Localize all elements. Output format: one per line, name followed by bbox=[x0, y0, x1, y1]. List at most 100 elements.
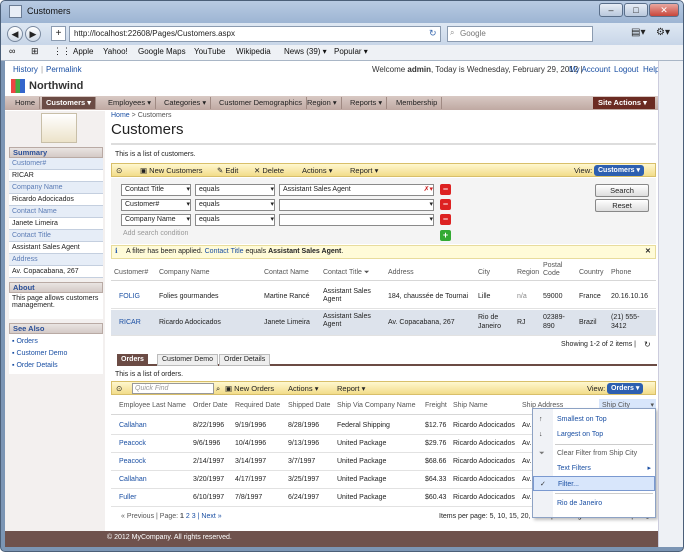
refresh-icon[interactable]: ↻ bbox=[644, 340, 651, 349]
table-row-selected[interactable]: RICAR Ricardo Adocicados Janete Limeira … bbox=[111, 310, 656, 336]
minimize-button[interactable]: – bbox=[599, 3, 623, 17]
site-actions-button[interactable]: Site Actions ▾ bbox=[593, 97, 655, 109]
bookmark-youtube[interactable]: YouTube bbox=[194, 47, 225, 56]
col-shipped-date[interactable]: Shipped Date bbox=[288, 399, 330, 413]
cell[interactable]: RICAR bbox=[119, 319, 141, 326]
breadcrumb-home[interactable]: Home bbox=[111, 112, 130, 119]
bookmark-google-maps[interactable]: Google Maps bbox=[138, 47, 186, 56]
quick-find-input[interactable]: Quick Find bbox=[132, 383, 214, 394]
permalink-link[interactable]: Permalink bbox=[46, 65, 82, 74]
logout-link[interactable]: Logout bbox=[614, 65, 638, 74]
filter-value-3[interactable]: ▾ bbox=[279, 214, 434, 226]
menu-text-filters[interactable]: Text Filters ▸ bbox=[533, 461, 655, 476]
address-bar[interactable]: http://localhost:22608/Pages/Customers.a… bbox=[69, 26, 441, 42]
menu-employees[interactable]: Employees ▾ bbox=[104, 97, 156, 109]
col-company[interactable]: Company Name bbox=[159, 266, 210, 280]
menu-home[interactable]: Home bbox=[11, 97, 41, 109]
menu-customer-demographics[interactable]: Customer Demographics bbox=[215, 97, 307, 109]
search-input[interactable]: Google bbox=[447, 26, 593, 42]
bookmark-yahoo[interactable]: Yahoo! bbox=[103, 47, 128, 56]
scrollbar[interactable] bbox=[658, 61, 683, 547]
forward-icon[interactable]: ▶ bbox=[25, 26, 41, 42]
menu-smallest-on-top[interactable]: ↑ Smallest on Top bbox=[533, 412, 655, 427]
col-freight[interactable]: Freight bbox=[425, 399, 447, 413]
see-also-customer-demo[interactable]: ▪ Customer Demo bbox=[12, 348, 100, 360]
tab-order-details[interactable]: Order Details bbox=[219, 354, 271, 366]
order-cell[interactable]: Peacock bbox=[119, 440, 146, 447]
view-selector[interactable]: Customers ▾ bbox=[594, 165, 645, 176]
col-city[interactable]: City bbox=[478, 266, 490, 280]
search-button[interactable]: Search bbox=[595, 184, 649, 197]
menu-rio-de-janeiro[interactable]: Rio de Janeiro bbox=[533, 496, 655, 511]
menu-categories[interactable]: Categories ▾ bbox=[160, 97, 212, 109]
menu-reports[interactable]: Reports ▾ bbox=[346, 97, 388, 109]
col-phone[interactable]: Phone bbox=[611, 266, 631, 280]
bookmark-news[interactable]: News (39) ▾ bbox=[284, 47, 327, 56]
remove-condition-button[interactable]: − bbox=[440, 214, 451, 225]
back-icon[interactable]: ◀ bbox=[7, 26, 23, 42]
col-ship-via[interactable]: Ship Via Company Name bbox=[337, 399, 415, 413]
pager-next[interactable]: | Next » bbox=[198, 513, 222, 520]
filter-field-1[interactable]: Contact Title ▾ bbox=[121, 184, 191, 196]
maximize-button[interactable]: □ bbox=[624, 3, 648, 17]
toolbar-menu-icon[interactable]: ⊙ bbox=[116, 165, 122, 177]
remove-condition-button[interactable]: − bbox=[440, 199, 451, 210]
new-tab-icon[interactable]: + bbox=[51, 26, 66, 41]
remove-condition-button[interactable]: − bbox=[440, 184, 451, 195]
col-ship-name[interactable]: Ship Name bbox=[453, 399, 488, 413]
col-address[interactable]: Address bbox=[388, 266, 414, 280]
bookmark-wikipedia[interactable]: Wikipedia bbox=[236, 47, 271, 56]
orders-view-selector[interactable]: Orders ▾ bbox=[607, 383, 644, 394]
tab-orders[interactable]: Orders bbox=[117, 354, 148, 366]
orders-actions-button[interactable]: Actions ▾ bbox=[288, 383, 318, 395]
grid-icon[interactable]: ⋮⋮ bbox=[53, 46, 71, 57]
add-condition-button[interactable]: + bbox=[440, 230, 451, 241]
col-postal[interactable]: Postal Code bbox=[543, 262, 567, 278]
filter-field-link[interactable]: Contact Title bbox=[205, 248, 244, 255]
col-employee[interactable]: Employee Last Name bbox=[119, 399, 186, 413]
reset-button[interactable]: Reset bbox=[595, 199, 649, 212]
table-row[interactable]: FOLIG Folies gourmandes Martine Rancé As… bbox=[111, 285, 656, 309]
history-link[interactable]: History bbox=[13, 65, 38, 74]
filter-value-2[interactable]: ▾ bbox=[279, 199, 434, 211]
order-cell[interactable]: Callahan bbox=[119, 422, 147, 429]
help-link[interactable]: Help bbox=[643, 65, 659, 74]
bookmark-apple[interactable]: Apple bbox=[73, 47, 93, 56]
col-contact-name[interactable]: Contact Name bbox=[264, 266, 309, 280]
cell[interactable]: FOLIG bbox=[119, 293, 140, 300]
pager-page-2[interactable]: 2 bbox=[186, 513, 190, 520]
new-orders-button[interactable]: ▣ New Orders bbox=[225, 383, 274, 395]
menu-filter[interactable]: ✓ Filter... bbox=[533, 476, 655, 491]
orders-report-button[interactable]: Report ▾ bbox=[337, 383, 365, 395]
items-per-page[interactable]: Items per page: 5, 10, 15, 20, 25 bbox=[439, 513, 540, 520]
col-customer[interactable]: Customer# bbox=[114, 266, 148, 280]
menu-largest-on-top[interactable]: ↓ Largest on Top bbox=[533, 427, 655, 442]
filter-field-3[interactable]: Company Name ▾ bbox=[121, 214, 191, 226]
see-also-orders[interactable]: ▪ Orders bbox=[12, 336, 100, 348]
close-icon[interactable]: ✕ bbox=[645, 246, 651, 258]
menu-customers[interactable]: Customers ▾ bbox=[42, 97, 97, 109]
col-order-date[interactable]: Order Date bbox=[193, 399, 228, 413]
delete-button[interactable]: ✕ Delete bbox=[254, 165, 284, 177]
report-button[interactable]: Report ▾ bbox=[350, 165, 378, 177]
col-country[interactable]: Country bbox=[579, 266, 604, 280]
order-cell[interactable]: Peacock bbox=[119, 458, 146, 465]
add-condition-link[interactable]: Add search condition bbox=[123, 230, 188, 237]
new-customers-button[interactable]: ▣ New Customers bbox=[140, 165, 203, 177]
col-required-date[interactable]: Required Date bbox=[235, 399, 280, 413]
see-also-order-details[interactable]: ▪ Order Details bbox=[12, 360, 100, 372]
bookmark-popular[interactable]: Popular ▾ bbox=[334, 47, 368, 56]
filter-op-1[interactable]: equals ▾ bbox=[195, 184, 275, 196]
toolbar-menu-icon[interactable]: ⊙ bbox=[116, 383, 122, 395]
order-cell[interactable]: Callahan bbox=[119, 476, 147, 483]
filter-op-2[interactable]: equals ▾ bbox=[195, 199, 275, 211]
gear-icon[interactable]: ⚙▾ bbox=[656, 27, 670, 38]
book-icon[interactable]: ⊞ bbox=[31, 46, 39, 57]
close-button[interactable]: ✕ bbox=[649, 3, 679, 17]
filter-value-1[interactable]: Assistant Sales Agent ✗▾ bbox=[279, 184, 434, 196]
reload-icon[interactable]: ↻ bbox=[429, 28, 437, 39]
pager-page-3[interactable]: 3 bbox=[192, 513, 196, 520]
menu-region[interactable]: Region ▾ bbox=[303, 97, 342, 109]
order-cell[interactable]: Fuller bbox=[119, 494, 137, 501]
search-icon[interactable]: ⌕ bbox=[216, 383, 220, 395]
